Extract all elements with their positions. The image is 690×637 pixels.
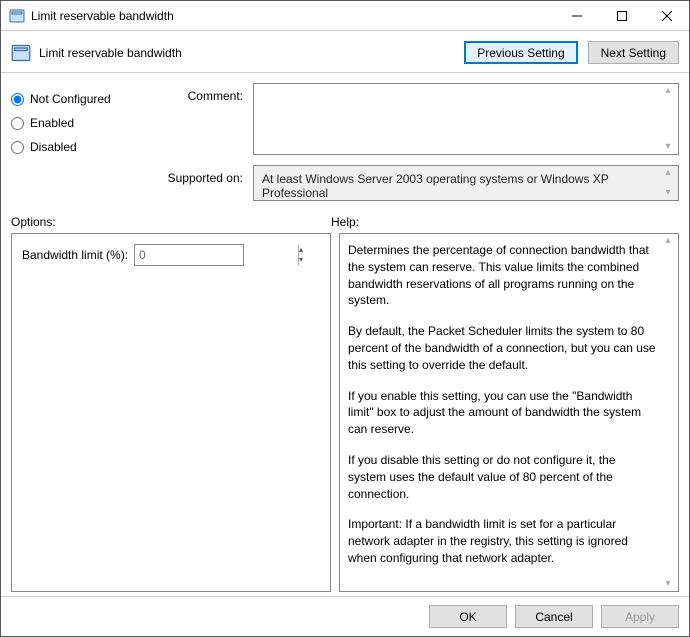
- radio-enabled-input[interactable]: [11, 117, 24, 130]
- cancel-button[interactable]: Cancel: [515, 605, 593, 628]
- panels-row: Bandwidth limit (%): ▴ ▾ Determines the …: [1, 233, 689, 596]
- radio-not-configured[interactable]: Not Configured: [11, 87, 141, 111]
- scrollbar[interactable]: ▴▾: [660, 86, 676, 152]
- step-down-icon: ▾: [299, 255, 303, 265]
- radio-enabled[interactable]: Enabled: [11, 111, 141, 135]
- state-radio-group: Not Configured Enabled Disabled: [11, 83, 141, 205]
- options-header: Options:: [11, 215, 331, 229]
- bandwidth-limit-label: Bandwidth limit (%):: [22, 248, 128, 262]
- radio-not-configured-label: Not Configured: [30, 92, 111, 106]
- bandwidth-limit-stepper[interactable]: ▴ ▾: [134, 244, 244, 266]
- radio-disabled-label: Disabled: [30, 140, 77, 154]
- supported-on-text: At least Windows Server 2003 operating s…: [262, 172, 609, 200]
- apply-button[interactable]: Apply: [601, 605, 679, 628]
- scroll-up-icon: ▴: [660, 236, 676, 246]
- scroll-down-icon: ▾: [660, 579, 676, 589]
- help-panel: Determines the percentage of connection …: [339, 233, 679, 592]
- scroll-up-icon: ▴: [660, 168, 676, 178]
- next-setting-button[interactable]: Next Setting: [588, 41, 679, 64]
- scroll-down-icon: ▾: [660, 188, 676, 198]
- scroll-up-icon: ▴: [660, 86, 676, 96]
- help-paragraph: If you disable this setting or do not co…: [348, 452, 656, 502]
- minimize-button[interactable]: [554, 1, 599, 30]
- close-button[interactable]: [644, 1, 689, 30]
- help-paragraph: If you enable this setting, you can use …: [348, 388, 656, 438]
- help-paragraph: Important: If a bandwidth limit is set f…: [348, 516, 656, 566]
- policy-dialog-window: Limit reservable bandwidth Limit reserva…: [0, 0, 690, 637]
- radio-not-configured-input[interactable]: [11, 93, 24, 106]
- scroll-down-icon: ▾: [660, 142, 676, 152]
- help-header: Help:: [331, 215, 359, 229]
- minimize-icon: [572, 11, 582, 21]
- dialog-body: Limit reservable bandwidth Previous Sett…: [1, 31, 689, 636]
- upper-section: Not Configured Enabled Disabled Comment:…: [1, 73, 689, 215]
- comment-label: Comment:: [151, 87, 243, 159]
- comment-textarea[interactable]: ▴▾: [253, 83, 679, 155]
- policy-icon: [9, 8, 25, 24]
- close-icon: [662, 11, 672, 21]
- panel-headers: Options: Help:: [1, 215, 689, 233]
- radio-disabled[interactable]: Disabled: [11, 135, 141, 159]
- field-labels-column: Comment: Supported on:: [151, 83, 243, 205]
- radio-disabled-input[interactable]: [11, 141, 24, 154]
- window-title: Limit reservable bandwidth: [31, 9, 554, 23]
- ok-button[interactable]: OK: [429, 605, 507, 628]
- titlebar: Limit reservable bandwidth: [1, 1, 689, 31]
- supported-on-box: At least Windows Server 2003 operating s…: [253, 165, 679, 201]
- maximize-button[interactable]: [599, 1, 644, 30]
- policy-icon: [11, 43, 31, 63]
- options-panel: Bandwidth limit (%): ▴ ▾: [11, 233, 331, 592]
- previous-setting-button[interactable]: Previous Setting: [464, 41, 577, 64]
- bandwidth-limit-row: Bandwidth limit (%): ▴ ▾: [22, 244, 320, 266]
- header-title: Limit reservable bandwidth: [39, 46, 454, 60]
- field-column: ▴▾ At least Windows Server 2003 operatin…: [253, 83, 679, 205]
- maximize-icon: [617, 11, 627, 21]
- help-paragraph: By default, the Packet Scheduler limits …: [348, 323, 656, 373]
- scrollbar[interactable]: ▴▾: [660, 168, 676, 198]
- radio-enabled-label: Enabled: [30, 116, 74, 130]
- scrollbar[interactable]: ▴▾: [660, 236, 676, 589]
- step-up-icon: ▴: [299, 245, 303, 255]
- header-row: Limit reservable bandwidth Previous Sett…: [1, 31, 689, 73]
- stepper-buttons[interactable]: ▴ ▾: [298, 245, 303, 265]
- help-paragraph: Determines the percentage of connection …: [348, 242, 656, 309]
- bandwidth-limit-input[interactable]: [135, 245, 298, 265]
- dialog-footer: OK Cancel Apply: [1, 596, 689, 636]
- supported-on-label: Supported on:: [151, 169, 243, 205]
